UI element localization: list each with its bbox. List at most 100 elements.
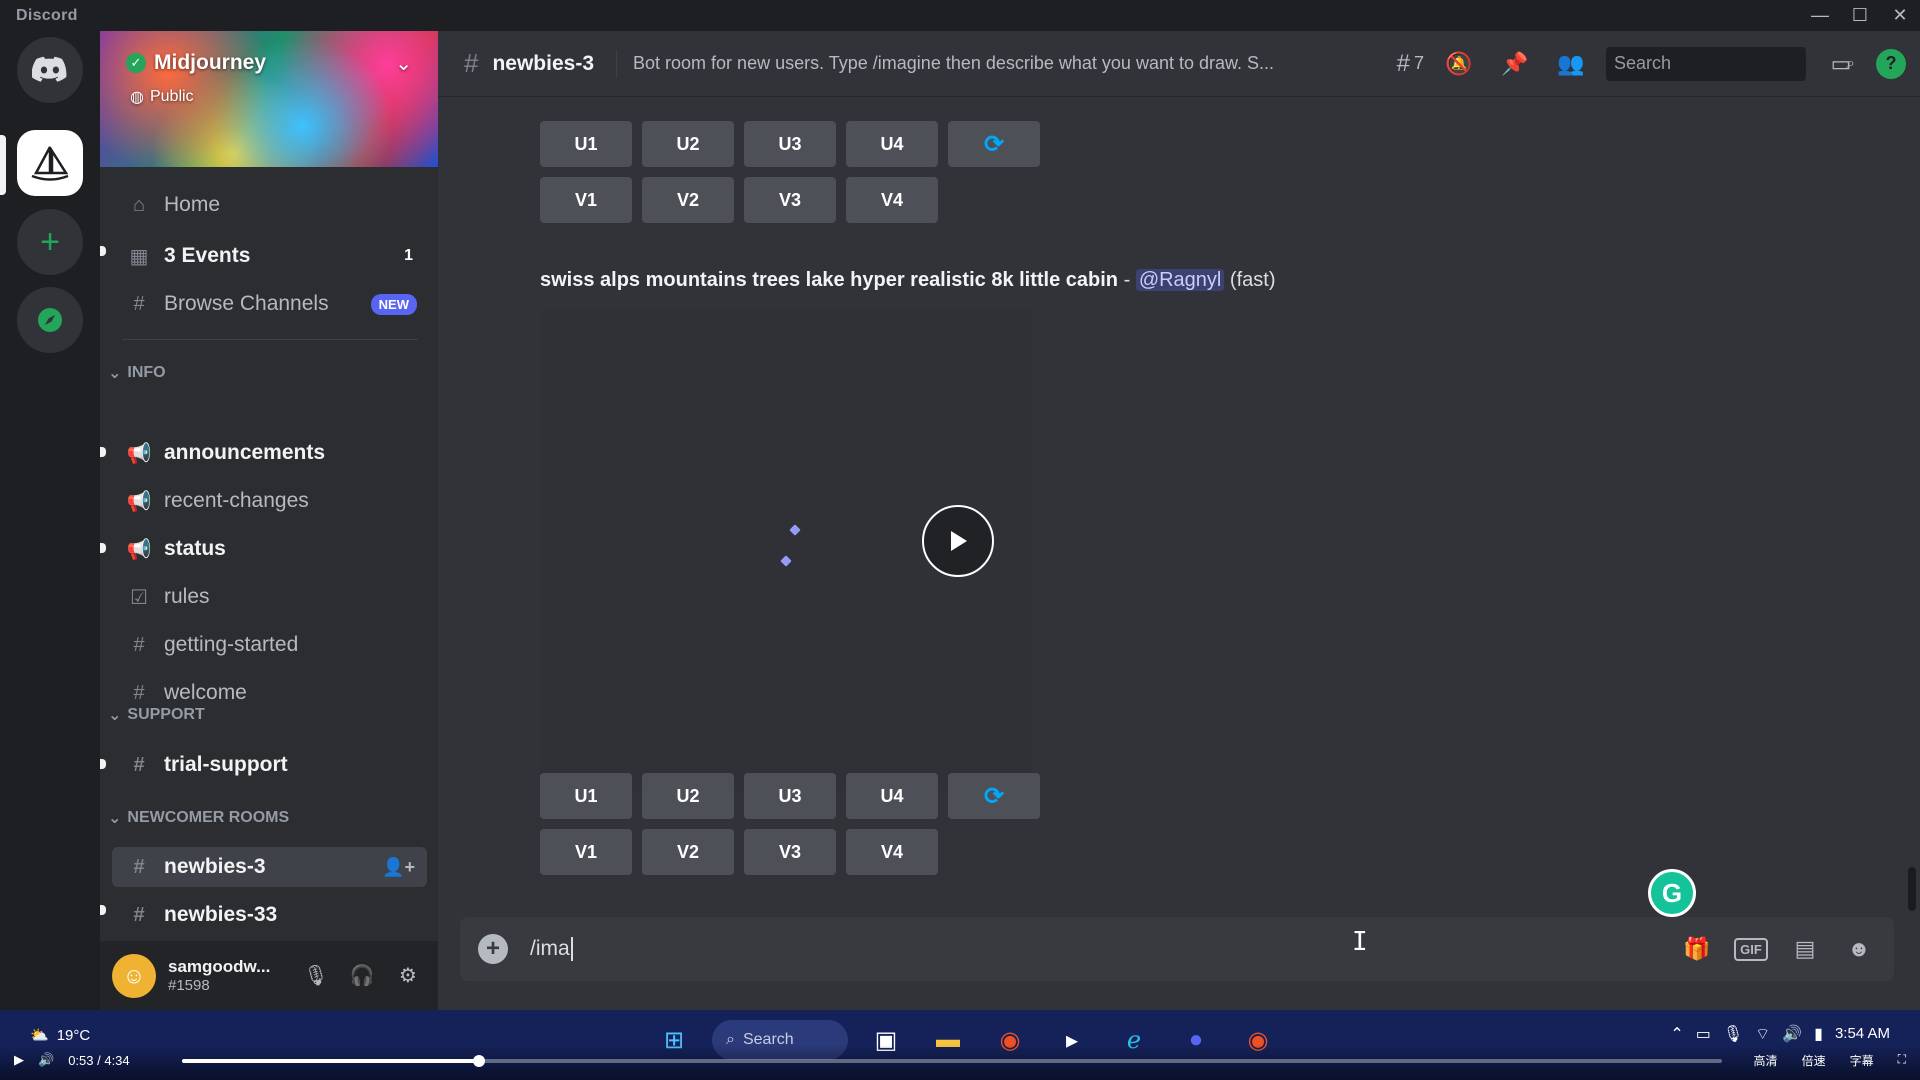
grammarly-button[interactable]: G bbox=[1648, 869, 1696, 917]
sidebar-item-newbies-3[interactable]: # newbies-3 👤+ bbox=[112, 847, 427, 887]
category-info[interactable]: ⌄ INFO bbox=[108, 363, 166, 383]
v4-button[interactable]: V4 bbox=[846, 177, 938, 223]
u2-button[interactable]: U2 bbox=[642, 121, 734, 167]
speed-button[interactable]: 倍速 bbox=[1802, 1052, 1826, 1069]
u3-button[interactable]: U3 bbox=[744, 121, 836, 167]
maximize-button[interactable]: ☐ bbox=[1840, 0, 1880, 31]
fullscreen-icon[interactable]: ⛶ bbox=[1898, 1052, 1906, 1069]
network-icon[interactable]: ▭ bbox=[1696, 1024, 1711, 1044]
gift-icon[interactable]: 🎁 bbox=[1680, 932, 1714, 966]
u4-button[interactable]: U4 bbox=[846, 121, 938, 167]
gear-icon[interactable]: ⚙ bbox=[390, 958, 426, 994]
category-support[interactable]: ⌄ SUPPORT bbox=[108, 705, 205, 725]
video-controls: ▶ 🔊 0:53 / 4:34 bbox=[14, 1052, 130, 1068]
microphone-icon[interactable]: 🎙 bbox=[298, 958, 334, 994]
user-panel: ☺ samgoodw... #1598 🎙 🎧 ⚙ bbox=[100, 941, 438, 1010]
megaphone-icon: 📢 bbox=[126, 538, 152, 561]
globe-icon: ◍ bbox=[130, 89, 144, 106]
inbox-icon[interactable]: ▭ bbox=[1820, 46, 1862, 82]
weather-widget[interactable]: ⛅ 19°C bbox=[30, 1026, 90, 1045]
message-composer[interactable]: + /ima 🎁 GIF ▤ ☻ bbox=[460, 917, 1894, 981]
threads-icon: # bbox=[1396, 49, 1410, 77]
pin-icon[interactable]: 📌 bbox=[1494, 46, 1536, 82]
server-banner[interactable]: ✓ Midjourney ⌄ ◍ Public bbox=[100, 31, 438, 167]
u1-button[interactable]: U1 bbox=[540, 773, 632, 819]
emoji-icon[interactable]: ☻ bbox=[1842, 932, 1876, 966]
add-server-button[interactable]: + bbox=[17, 209, 83, 275]
sidebar-item-trial-support[interactable]: # trial-support bbox=[122, 745, 427, 785]
subtitles-button[interactable]: 字幕 bbox=[1850, 1052, 1874, 1069]
video-current-time: 0:53 bbox=[68, 1052, 94, 1068]
video-time-separator: / bbox=[93, 1052, 105, 1068]
mute-bell-icon[interactable]: 🔕 bbox=[1438, 46, 1480, 82]
v4-button[interactable]: V4 bbox=[846, 829, 938, 875]
category-newcomer-rooms[interactable]: ⌄ NEWCOMER ROOMS bbox=[108, 808, 289, 828]
v3-button[interactable]: V3 bbox=[744, 829, 836, 875]
video-duration: 4:34 bbox=[104, 1052, 130, 1068]
sidebar-item-browse-channels[interactable]: # Browse Channels NEW bbox=[122, 284, 427, 324]
video-play-button[interactable] bbox=[922, 505, 994, 577]
chevron-up-icon[interactable]: ⌃ bbox=[1670, 1024, 1683, 1044]
checkbox-icon: ☑ bbox=[130, 586, 148, 609]
sidebar-item-announcements[interactable]: 📢 announcements bbox=[122, 433, 427, 473]
wifi-icon[interactable]: ⌔ bbox=[1755, 1024, 1770, 1044]
explore-servers-button[interactable] bbox=[17, 287, 83, 353]
minimize-button[interactable]: — bbox=[1800, 0, 1840, 31]
search-input[interactable] bbox=[1614, 53, 1846, 74]
sidebar-item-recent-changes[interactable]: 📢 recent-changes bbox=[122, 481, 427, 521]
play-icon[interactable]: ▶ bbox=[14, 1052, 24, 1068]
v2-button[interactable]: V2 bbox=[642, 829, 734, 875]
battery-icon[interactable]: ▮ bbox=[1814, 1024, 1823, 1044]
guild-visibility: ◍ Public bbox=[130, 87, 194, 107]
direct-messages-button[interactable] bbox=[17, 37, 83, 103]
visibility-label: Public bbox=[149, 88, 194, 105]
plus-icon: + bbox=[40, 222, 60, 261]
v2-button[interactable]: V2 bbox=[642, 177, 734, 223]
unread-indicator bbox=[100, 759, 106, 769]
u4-button[interactable]: U4 bbox=[846, 773, 938, 819]
u1-button[interactable]: U1 bbox=[540, 121, 632, 167]
home-icon: ⌂ bbox=[132, 193, 146, 216]
sidebar-item-home[interactable]: ⌂ Home bbox=[122, 185, 427, 225]
play-icon bbox=[951, 531, 967, 551]
close-window-button[interactable]: ✕ bbox=[1880, 0, 1920, 31]
channel-topic[interactable]: Bot room for new users. Type /imagine th… bbox=[633, 53, 1313, 74]
server-midjourney[interactable] bbox=[17, 130, 83, 196]
plus-icon[interactable]: + bbox=[478, 934, 508, 964]
volume-icon[interactable]: 🔊 bbox=[1782, 1024, 1802, 1044]
sidebar-item-newbies-33[interactable]: # newbies-33 bbox=[122, 895, 427, 935]
gif-button[interactable]: GIF bbox=[1734, 932, 1768, 966]
v1-button[interactable]: V1 bbox=[540, 177, 632, 223]
reroll-button[interactable]: ⟳ bbox=[948, 773, 1040, 819]
volume-icon[interactable]: 🔊 bbox=[38, 1052, 54, 1068]
add-member-icon[interactable]: 👤+ bbox=[382, 857, 415, 878]
v3-button[interactable]: V3 bbox=[744, 177, 836, 223]
sidebar-item-events[interactable]: ▦ 3 Events 1 bbox=[122, 236, 427, 276]
sidebar-item-status[interactable]: 📢 status bbox=[122, 529, 427, 569]
quality-button[interactable]: 高清 bbox=[1754, 1052, 1778, 1069]
avatar[interactable]: ☺ bbox=[112, 953, 156, 998]
message-input[interactable]: /ima bbox=[530, 937, 573, 961]
sidebar-item-getting-started[interactable]: # getting-started bbox=[122, 625, 427, 665]
scrollbar-thumb[interactable] bbox=[1908, 867, 1916, 911]
search-box[interactable]: ⌕ bbox=[1606, 46, 1855, 81]
video-progress-track[interactable] bbox=[182, 1055, 1722, 1067]
server-rail: + bbox=[0, 31, 100, 1010]
microphone-icon[interactable]: 🎙 bbox=[1723, 1024, 1743, 1044]
help-icon[interactable]: ? bbox=[1876, 48, 1906, 79]
sidebar-item-rules[interactable]: ☑ rules bbox=[122, 577, 427, 617]
reroll-button[interactable]: ⟳ bbox=[948, 121, 1040, 167]
sticker-icon[interactable]: ▤ bbox=[1788, 932, 1822, 966]
v1-button[interactable]: V1 bbox=[540, 829, 632, 875]
headphones-icon[interactable]: 🎧 bbox=[344, 958, 380, 994]
u3-button[interactable]: U3 bbox=[744, 773, 836, 819]
chevron-down-icon[interactable]: ⌄ bbox=[395, 51, 412, 76]
u2-button[interactable]: U2 bbox=[642, 773, 734, 819]
upscale-button-row: U1 U2 U3 U4 ⟳ bbox=[540, 121, 1040, 167]
sidebar-item-label: newbies-3 bbox=[164, 855, 266, 878]
user-mention[interactable]: @Ragnyl bbox=[1135, 269, 1225, 291]
refresh-icon: ⟳ bbox=[983, 130, 1005, 158]
member-list-icon[interactable]: 👥 bbox=[1550, 46, 1592, 82]
system-clock[interactable]: 3:54 AM bbox=[1835, 1025, 1890, 1043]
threads-button[interactable]: # 7 bbox=[1397, 50, 1424, 78]
